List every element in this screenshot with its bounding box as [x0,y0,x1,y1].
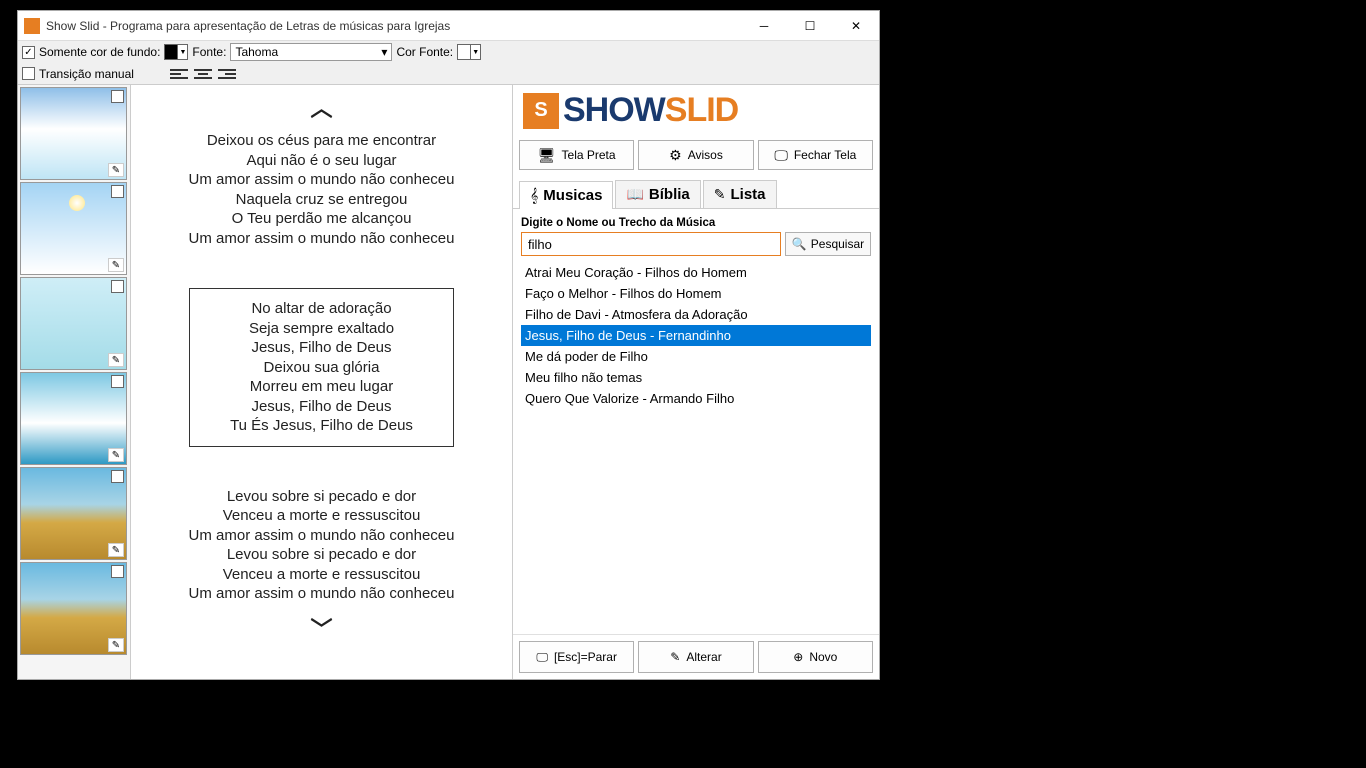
only-bg-label: Somente cor de fundo: [39,45,160,59]
thumb-edit-icon[interactable]: ✎ [108,543,124,557]
thumb-checkbox[interactable] [111,565,124,578]
titlebar: Show Slid - Programa para apresentação d… [18,11,879,41]
result-item[interactable]: Faço o Melhor - Filhos do Homem [521,283,871,304]
music-note-icon: 𝄞 [530,187,538,204]
presentation-icon: 🖵 [536,650,548,665]
logo-text: SHOWSLID [563,91,738,130]
font-label: Fonte: [192,45,226,59]
notices-button[interactable]: ⚙ Avisos [638,140,753,170]
thumb-edit-icon[interactable]: ✎ [108,638,124,652]
manual-transition-label: Transição manual [39,67,134,81]
stop-button[interactable]: 🖵 [Esc]=Parar [519,641,634,673]
font-select[interactable]: Tahoma▾ [230,43,392,61]
scroll-up-button[interactable]: ︿ [310,91,332,123]
tab-bible[interactable]: 📖 Bíblia [615,180,700,208]
bottom-actions: 🖵 [Esc]=Parar ✎ Alterar ⊕ Novo [513,634,879,679]
monitor-icon: 🖥 [538,147,556,164]
close-screen-button[interactable]: 🖵 Fechar Tela [758,140,873,170]
align-left-button[interactable] [170,66,188,82]
main-area: ✎ ✎ ✎ ✎ ✎ ✎ ︿ Deixou os céus para me enc… [18,85,879,679]
result-item[interactable]: Jesus, Filho de Deus - Fernandinho [521,325,871,346]
black-screen-button[interactable]: 🖥 Tela Preta [519,140,634,170]
thumbnail[interactable]: ✎ [20,372,127,465]
thumb-edit-icon[interactable]: ✎ [108,258,124,272]
thumbnail[interactable]: ✎ [20,87,127,180]
maximize-button[interactable]: ☐ [787,11,833,41]
window-title: Show Slid - Programa para apresentação d… [46,19,741,33]
share-icon: ⚙ [669,147,682,164]
thumbnail[interactable]: ✎ [20,277,127,370]
only-bg-checkbox[interactable] [22,46,35,59]
align-right-button[interactable] [218,66,236,82]
app-icon [24,18,40,34]
result-item[interactable]: Quero Que Valorize - Armando Filho [521,388,871,409]
thumb-checkbox[interactable] [111,470,124,483]
thumbnail[interactable]: ✎ [20,562,127,655]
action-row: 🖥 Tela Preta ⚙ Avisos 🖵 Fechar Tela [513,136,879,174]
right-panel: S SHOWSLID 🖥 Tela Preta ⚙ Avisos 🖵 Fecha… [512,85,879,679]
thumb-checkbox[interactable] [111,185,124,198]
edit-icon: ✎ [714,186,726,203]
result-item[interactable]: Atrai Meu Coração - Filhos do Homem [521,262,871,283]
scroll-down-button[interactable]: ﹀ [310,612,332,644]
align-center-button[interactable] [194,66,212,82]
manual-transition-checkbox[interactable] [22,67,35,80]
search-area: Digite o Nome ou Trecho da Música 🔍 Pesq… [513,209,879,260]
search-label: Digite o Nome ou Trecho da Música [521,217,871,229]
thumb-edit-icon[interactable]: ✎ [108,353,124,367]
edit-button[interactable]: ✎ Alterar [638,641,753,673]
search-button[interactable]: 🔍 Pesquisar [785,232,871,256]
logo-icon: S [523,93,559,129]
thumb-checkbox[interactable] [111,90,124,103]
thumb-checkbox[interactable] [111,280,124,293]
search-input[interactable] [521,232,781,256]
lyric-verse[interactable]: No altar de adoraçãoSeja sempre exaltado… [189,288,455,447]
thumbnail[interactable]: ✎ [20,182,127,275]
font-color-picker[interactable]: ▼ [457,44,481,60]
app-window: Show Slid - Programa para apresentação d… [17,10,880,680]
search-icon: 🔍 [792,237,807,251]
font-color-label: Cor Fonte: [396,45,453,59]
toolbar-row-1: Somente cor de fundo: ▼ Fonte: Tahoma▾ C… [18,41,879,63]
logo: S SHOWSLID [513,85,879,136]
lyrics-pane: ︿ Deixou os céus para me encontrarAqui n… [131,85,512,679]
thumb-checkbox[interactable] [111,375,124,388]
background-thumbnails: ✎ ✎ ✎ ✎ ✎ ✎ [18,85,131,679]
new-button[interactable]: ⊕ Novo [758,641,873,673]
bg-color-picker[interactable]: ▼ [164,44,188,60]
close-button[interactable]: ✕ [833,11,879,41]
thumb-edit-icon[interactable]: ✎ [108,163,124,177]
result-item[interactable]: Meu filho não temas [521,367,871,388]
lyric-verse[interactable]: Deixou os céus para me encontrarAqui não… [189,131,455,248]
search-results: Atrai Meu Coração - Filhos do HomemFaço … [513,260,879,634]
thumb-edit-icon[interactable]: ✎ [108,448,124,462]
book-icon: 📖 [626,186,643,203]
tab-list[interactable]: ✎ Lista [703,180,777,208]
lyric-verse[interactable]: Levou sobre si pecado e dorVenceu a mort… [189,487,455,604]
pencil-icon: ✎ [670,650,680,664]
plus-icon: ⊕ [793,650,803,664]
screen-icon: 🖵 [774,147,788,164]
tabs: 𝄞 Musicas 📖 Bíblia ✎ Lista [513,174,879,209]
tab-music[interactable]: 𝄞 Musicas [519,181,613,209]
thumbnail[interactable]: ✎ [20,467,127,560]
result-item[interactable]: Me dá poder de Filho [521,346,871,367]
minimize-button[interactable]: ─ [741,11,787,41]
toolbar-row-2: Transição manual [18,63,879,85]
result-item[interactable]: Filho de Davi - Atmosfera da Adoração [521,304,871,325]
